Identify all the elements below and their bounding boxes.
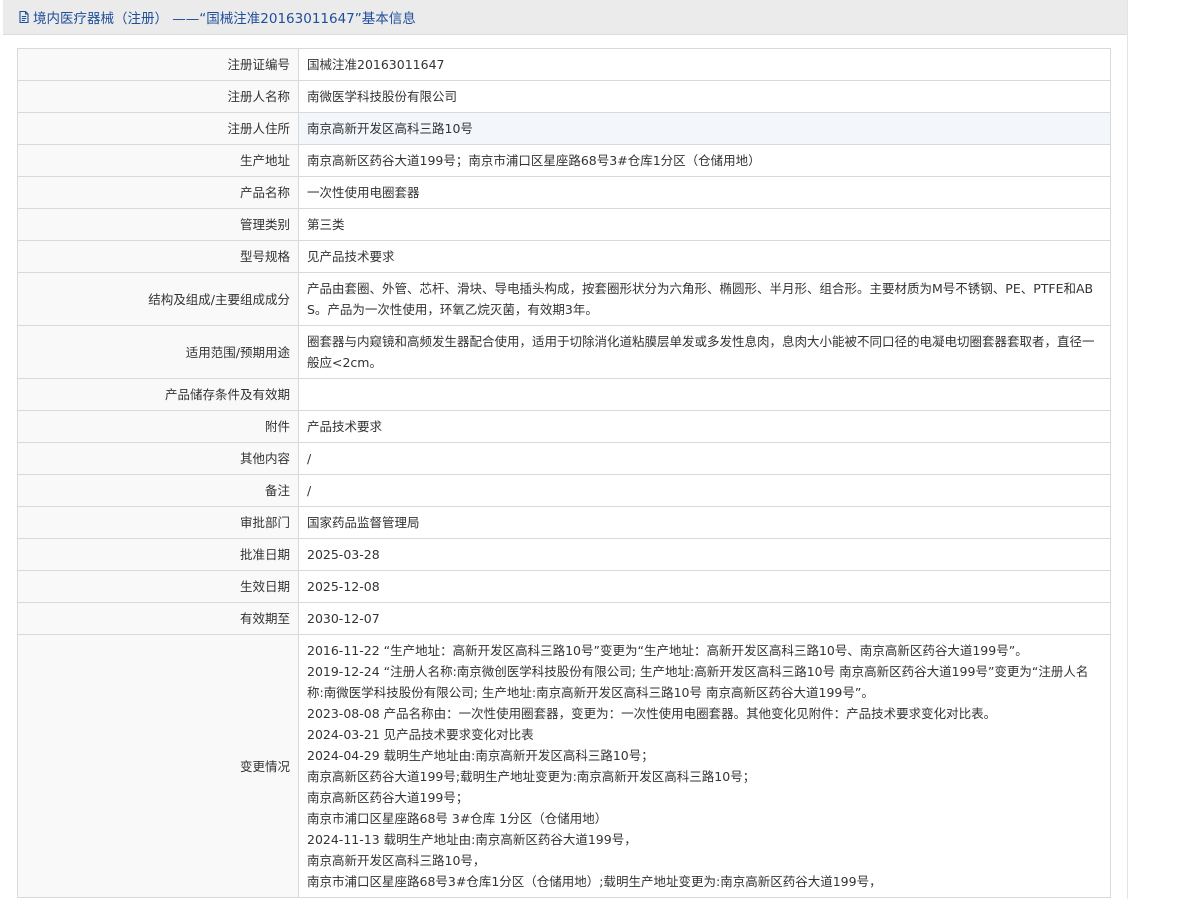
- field-value: 南京高新区药谷大道199号；南京市浦口区星座路68号3#仓库1分区（仓储用地）: [298, 144, 1111, 177]
- change-line: 南京高新区药谷大道199号;载明生产地址变更为:南京高新开发区高科三路10号；: [307, 769, 756, 784]
- field-value: 国械注准20163011647: [298, 48, 1111, 81]
- change-line: 南京市浦口区星座路68号 3#仓库 1分区（仓储用地）: [307, 811, 608, 826]
- change-line: 南京市浦口区星座路68号3#仓库1分区（仓储用地）;载明生产地址变更为:南京高新…: [307, 874, 882, 889]
- table-row: 注册人住所 南京高新开发区高科三路10号: [17, 112, 1111, 145]
- field-label: 有效期至: [17, 602, 299, 635]
- document-icon: [17, 10, 31, 24]
- field-label: 注册证编号: [17, 48, 299, 81]
- table-row: 生产地址 南京高新区药谷大道199号；南京市浦口区星座路68号3#仓库1分区（仓…: [17, 144, 1111, 177]
- change-line: 2016-11-22 “生产地址：高新开发区高科三路10号”变更为“生产地址：高…: [307, 643, 1028, 658]
- table-row: 适用范围/预期用途 圈套器与内窥镜和高频发生器配合使用，适用于切除消化道粘膜层单…: [17, 325, 1111, 379]
- field-value: 南京高新开发区高科三路10号: [298, 112, 1111, 145]
- field-label: 附件: [17, 410, 299, 443]
- field-label: 适用范围/预期用途: [17, 325, 299, 379]
- page-title: 境内医疗器械（注册） ——“国械注准20163011647”基本信息: [17, 7, 416, 27]
- table-row: 结构及组成/主要组成成分 产品由套圈、外管、芯杆、滑块、导电插头构成，按套圈形状…: [17, 272, 1111, 326]
- field-label: 批准日期: [17, 538, 299, 571]
- change-line: 2024-04-29 载明生产地址由:南京高新开发区高科三路10号；: [307, 748, 654, 763]
- table-row: 审批部门 国家药品监督管理局: [17, 506, 1111, 539]
- field-value: /: [298, 474, 1111, 507]
- table-row-changes: 变更情况 2016-11-22 “生产地址：高新开发区高科三路10号”变更为“生…: [17, 634, 1111, 898]
- table-row: 批准日期 2025-03-28: [17, 538, 1111, 571]
- change-line: 2024-03-21 见产品技术要求变化对比表: [307, 727, 534, 742]
- table-row: 型号规格 见产品技术要求: [17, 240, 1111, 273]
- field-label: 生效日期: [17, 570, 299, 603]
- field-value: 国家药品监督管理局: [298, 506, 1111, 539]
- field-value: [298, 378, 1111, 411]
- detail-panel: 境内医疗器械（注册） ——“国械注准20163011647”基本信息 注册证编号…: [3, 0, 1128, 899]
- field-label: 产品名称: [17, 176, 299, 209]
- table-row: 生效日期 2025-12-08: [17, 570, 1111, 603]
- field-value: 产品技术要求: [298, 410, 1111, 443]
- field-value: 第三类: [298, 208, 1111, 241]
- table-row: 产品储存条件及有效期: [17, 378, 1111, 411]
- panel-header: 境内医疗器械（注册） ——“国械注准20163011647”基本信息: [3, 0, 1127, 35]
- field-label: 产品储存条件及有效期: [17, 378, 299, 411]
- field-value: 2025-03-28: [298, 538, 1111, 571]
- field-value: 2025-12-08: [298, 570, 1111, 603]
- field-label: 注册人名称: [17, 80, 299, 113]
- change-line: 2024-11-13 载明生产地址由:南京高新区药谷大道199号，: [307, 832, 637, 847]
- page-title-text: 境内医疗器械（注册） ——“国械注准20163011647”基本信息: [33, 11, 416, 27]
- field-label: 审批部门: [17, 506, 299, 539]
- field-value: /: [298, 442, 1111, 475]
- field-label: 生产地址: [17, 144, 299, 177]
- field-value: 南微医学科技股份有限公司: [298, 80, 1111, 113]
- field-value: 2030-12-07: [298, 602, 1111, 635]
- table-row: 注册人名称 南微医学科技股份有限公司: [17, 80, 1111, 113]
- table-row: 附件 产品技术要求: [17, 410, 1111, 443]
- field-label: 结构及组成/主要组成成分: [17, 272, 299, 326]
- field-value: 圈套器与内窥镜和高频发生器配合使用，适用于切除消化道粘膜层单发或多发性息肉，息肉…: [298, 325, 1111, 379]
- change-line: 南京高新开发区高科三路10号，: [307, 853, 486, 868]
- field-label: 其他内容: [17, 442, 299, 475]
- field-value: 见产品技术要求: [298, 240, 1111, 273]
- info-table: 注册证编号 国械注准20163011647 注册人名称 南微医学科技股份有限公司…: [17, 48, 1111, 898]
- field-value: 一次性使用电圈套器: [298, 176, 1111, 209]
- table-row: 产品名称 一次性使用电圈套器: [17, 176, 1111, 209]
- table-row: 管理类别 第三类: [17, 208, 1111, 241]
- field-label: 管理类别: [17, 208, 299, 241]
- field-value: 产品由套圈、外管、芯杆、滑块、导电插头构成，按套圈形状分为六角形、椭圆形、半月形…: [298, 272, 1111, 326]
- field-label: 备注: [17, 474, 299, 507]
- change-line: 南京高新区药谷大道199号；: [307, 790, 469, 805]
- table-row: 备注 /: [17, 474, 1111, 507]
- table-row: 注册证编号 国械注准20163011647: [17, 48, 1111, 81]
- field-label: 注册人住所: [17, 112, 299, 145]
- table-row: 有效期至 2030-12-07: [17, 602, 1111, 635]
- changes-label: 变更情况: [17, 634, 299, 898]
- change-line: 2023-08-08 产品名称由：一次性使用圈套器，变更为：一次性使用电圈套器。…: [307, 706, 997, 721]
- field-label: 型号规格: [17, 240, 299, 273]
- changes-value: 2016-11-22 “生产地址：高新开发区高科三路10号”变更为“生产地址：高…: [298, 634, 1111, 898]
- change-line: 2019-12-24 “注册人名称:南京微创医学科技股份有限公司; 生产地址:高…: [307, 664, 1089, 700]
- table-row: 其他内容 /: [17, 442, 1111, 475]
